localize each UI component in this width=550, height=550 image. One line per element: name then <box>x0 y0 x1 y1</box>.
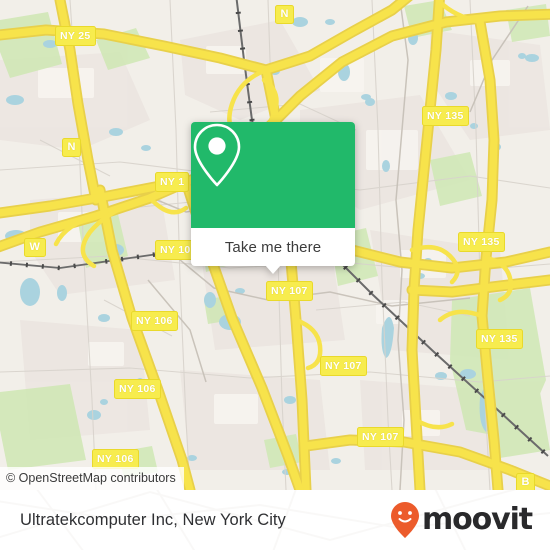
road-shield: N <box>275 5 295 24</box>
road-shield: NY 25 <box>55 26 96 46</box>
road-shield: NY 10 <box>155 240 196 260</box>
moovit-logo[interactable]: moovit <box>390 501 533 539</box>
road-shield: NY 135 <box>458 232 505 252</box>
location-pin-icon <box>193 123 241 187</box>
road-shield: NY 106 <box>114 379 161 399</box>
map-canvas[interactable]: NY 25 N NY 135 N NY 1 W NY 10 NY 135 NY 107 NY 10… <box>0 0 550 490</box>
road-shield: NY 135 <box>476 329 523 349</box>
road-shield: NY 106 <box>131 311 178 331</box>
road-shield: NY 107 <box>266 281 313 301</box>
popup-header <box>191 122 355 228</box>
road-shield: NY 135 <box>422 106 469 126</box>
location-popup-card[interactable]: Take me there <box>191 122 355 274</box>
moovit-wordmark: moovit <box>421 502 533 537</box>
osm-attribution[interactable]: © OpenStreetMap contributors <box>0 466 184 490</box>
road-shield: W <box>24 238 46 257</box>
road-shield: NY 107 <box>357 427 404 447</box>
road-shield: B <box>516 473 536 490</box>
take-me-there-label: Take me there <box>224 238 322 256</box>
popup-pointer-tail <box>265 265 281 274</box>
road-shield: NY 1 <box>155 172 190 192</box>
moovit-map-screenshot: NY 25 N NY 135 N NY 1 W NY 10 NY 135 NY 107 NY 10… <box>0 0 550 550</box>
take-me-there-button[interactable]: Take me there <box>191 228 355 266</box>
moovit-smiley-pin-icon <box>390 502 419 538</box>
road-shield: NY 107 <box>320 356 367 376</box>
footer-bar: Ultratekcomputer Inc, New York City moov… <box>0 490 550 550</box>
road-shield: N <box>62 138 82 157</box>
place-name-label: Ultratekcomputer Inc, New York City <box>20 510 286 529</box>
